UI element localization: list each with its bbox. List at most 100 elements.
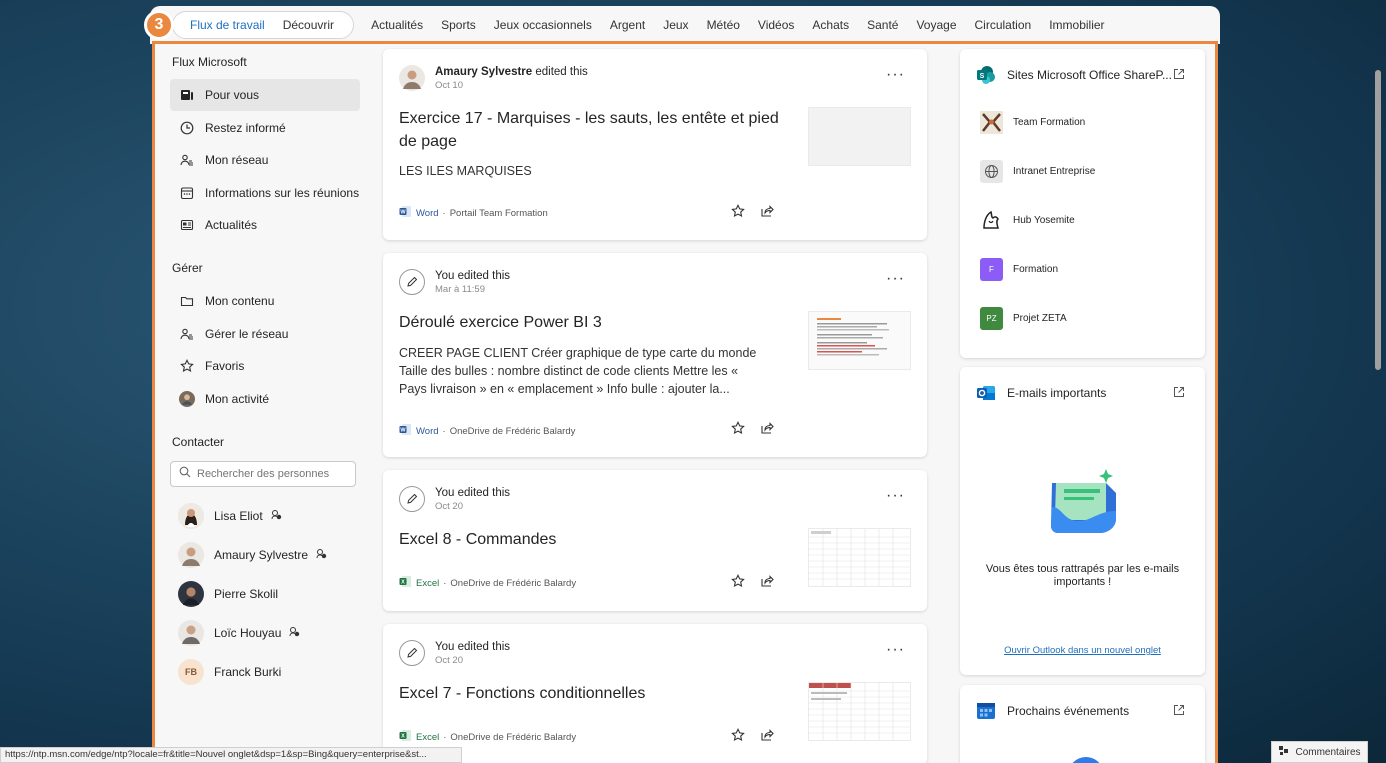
sidebar-item-actualites[interactable]: Actualités [170, 209, 360, 241]
contact-pierre-skolil[interactable]: Pierre Skolil [170, 575, 360, 614]
card-location[interactable]: OneDrive de Frédéric Balardy [450, 426, 576, 437]
document-thumbnail[interactable] [808, 311, 911, 370]
contact-name: Loïc Houyau [214, 626, 282, 640]
section-title-flux: Flux Microsoft [172, 55, 247, 69]
card-date: Oct 20 [435, 500, 463, 512]
sidebar-item-mon-reseau[interactable]: Mon réseau [170, 144, 360, 176]
sidebar-item-label: Pour vous [205, 88, 260, 102]
dot-separator: · [443, 577, 447, 589]
open-external-icon[interactable] [1173, 704, 1185, 719]
svg-text:W: W [400, 210, 406, 216]
nav-link-voyage[interactable]: Voyage [916, 18, 956, 32]
svg-text:X: X [401, 580, 405, 586]
people-search[interactable] [170, 460, 356, 487]
contact-lisa-eliot[interactable]: Lisa Eliot [170, 497, 360, 536]
hub-logo [980, 209, 1003, 232]
share-icon[interactable] [759, 420, 774, 435]
site-projet-zeta[interactable]: PZ Projet ZETA [980, 307, 1067, 330]
card-location[interactable]: OneDrive de Frédéric Balardy [450, 578, 576, 589]
card-location[interactable]: Portail Team Formation [450, 208, 548, 219]
card-editor: You edited this [435, 641, 510, 653]
nav-link-achats[interactable]: Achats [812, 18, 849, 32]
document-thumbnail[interactable] [808, 107, 911, 166]
sidebar-item-label: Mon activité [205, 391, 270, 406]
tab-decouvrir[interactable]: Découvrir [274, 18, 343, 32]
sidebar: Flux Microsoft Pour vous Restez informé … [170, 44, 360, 692]
feed-card[interactable]: You edited this Mar à 11:59 ··· Déroulé … [383, 253, 927, 457]
share-icon[interactable] [759, 573, 774, 588]
star-icon[interactable] [730, 727, 745, 742]
sidebar-item-restez-informe[interactable]: Restez informé [170, 112, 360, 144]
nav-link-circulation[interactable]: Circulation [975, 18, 1032, 32]
editor-name: Amaury Sylvestre [435, 65, 533, 78]
share-icon[interactable] [759, 203, 774, 218]
section-title-contacter: Contacter [172, 434, 225, 449]
site-logo-initial: F [980, 258, 1003, 281]
page-scrollbar[interactable] [1374, 58, 1382, 763]
editor-action: You edited this [435, 269, 511, 282]
nav-link-videos[interactable]: Vidéos [758, 18, 794, 32]
nav-link-sports[interactable]: Sports [441, 18, 476, 32]
nav-link-meteo[interactable]: Météo [707, 18, 740, 32]
card-header: You edited this Mar à 11:59 [399, 269, 510, 295]
presence-icon [316, 548, 327, 562]
avatar [178, 503, 204, 529]
more-options-button[interactable]: ··· [886, 271, 905, 287]
folder-icon [179, 293, 195, 309]
feedback-button[interactable]: Commentaires [1271, 741, 1368, 763]
sidebar-item-gerer-reseau[interactable]: Gérer le réseau [170, 318, 360, 350]
card-location[interactable]: OneDrive de Frédéric Balardy [450, 732, 576, 743]
open-external-icon[interactable] [1173, 386, 1185, 401]
sidebar-item-pour-vous[interactable]: Pour vous [170, 79, 360, 111]
nav-link-sante[interactable]: Santé [867, 18, 898, 32]
more-options-button[interactable]: ··· [886, 67, 905, 83]
contact-amaury-sylvestre[interactable]: Amaury Sylvestre [170, 536, 360, 575]
feed-card[interactable]: Amaury Sylvestre edited this Oct 10 ··· … [383, 49, 927, 240]
contact-franck-burki[interactable]: FB Franck Burki [170, 653, 360, 692]
contact-loic-houyau[interactable]: Loïc Houyau [170, 614, 360, 653]
site-intranet-entreprise[interactable]: Intranet Entreprise [980, 160, 1095, 183]
card-date: Oct 10 [435, 79, 463, 91]
open-external-icon[interactable] [1173, 68, 1185, 83]
nav-link-jeux[interactable]: Jeux [663, 18, 688, 32]
more-options-button[interactable]: ··· [886, 488, 905, 504]
card-date: Mar à 11:59 [435, 283, 485, 295]
tab-flux-de-travail[interactable]: Flux de travail [181, 18, 274, 32]
card-title[interactable]: Déroulé exercice Power BI 3 [399, 311, 779, 334]
open-outlook-link[interactable]: Ouvrir Outlook dans un nouvel onglet [960, 645, 1205, 656]
star-icon[interactable] [730, 420, 745, 435]
svg-text:S: S [980, 73, 985, 80]
share-icon[interactable] [759, 727, 774, 742]
site-team-formation[interactable]: Team Formation [980, 111, 1085, 134]
nav-link-argent[interactable]: Argent [610, 18, 645, 32]
feed-card[interactable]: You edited this Oct 20 ··· Excel 7 - Fon… [383, 624, 927, 763]
inbox-illustration [1044, 467, 1124, 542]
nav-link-actualites[interactable]: Actualités [371, 18, 423, 32]
site-formation[interactable]: F Formation [980, 258, 1058, 281]
sidebar-item-mon-contenu[interactable]: Mon contenu [170, 285, 360, 317]
spreadsheet-thumbnail[interactable] [808, 682, 911, 741]
panel-header: S Sites Microsoft Office ShareP... [976, 65, 1172, 85]
sidebar-item-mon-activite[interactable]: Mon activité [170, 383, 360, 415]
card-title[interactable]: Excel 8 - Commandes [399, 528, 779, 551]
card-title[interactable]: Excel 7 - Fonctions conditionnelles [399, 682, 779, 705]
star-icon[interactable] [730, 573, 745, 588]
scrollbar-thumb[interactable] [1375, 70, 1381, 370]
excel-icon: X [399, 729, 412, 745]
people-settings-icon [179, 326, 195, 342]
more-options-button[interactable]: ··· [886, 642, 905, 658]
card-title[interactable]: Exercice 17 - Marquises - les sauts, les… [399, 107, 779, 153]
sidebar-item-informations-reunions[interactable]: Informations sur les réunions [170, 177, 360, 209]
card-editor: Amaury Sylvestre edited this [435, 66, 588, 78]
site-hub-yosemite[interactable]: Hub Yosemite [980, 209, 1075, 232]
sidebar-item-favoris[interactable]: Favoris [170, 350, 360, 382]
nav-link-immobilier[interactable]: Immobilier [1049, 18, 1104, 32]
outlook-icon [976, 383, 996, 403]
important-emails-panel: E-mails importants Vous êtes tous rattra… [960, 367, 1205, 675]
spreadsheet-thumbnail[interactable] [808, 528, 911, 587]
feed-card[interactable]: You edited this Oct 20 ··· Excel 8 - Com… [383, 470, 927, 611]
star-icon[interactable] [730, 203, 745, 218]
editor-action: You edited this [435, 486, 511, 499]
nav-link-jeux-occasionnels[interactable]: Jeux occasionnels [494, 18, 592, 32]
people-search-input[interactable] [197, 467, 347, 480]
